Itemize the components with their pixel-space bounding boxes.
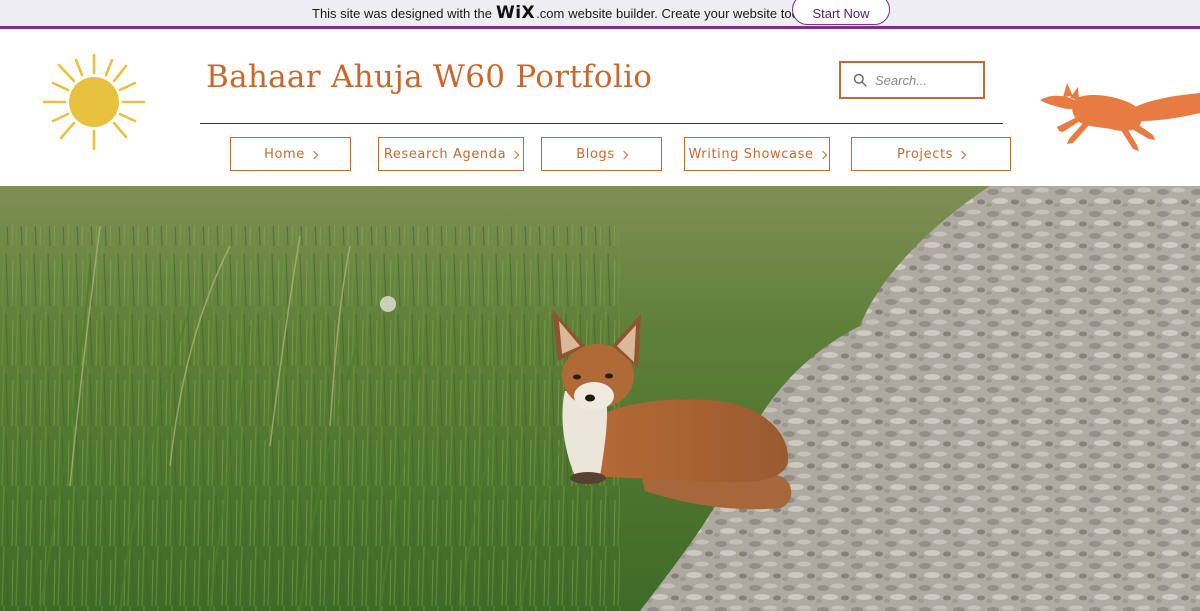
- nav-research-agenda[interactable]: Research Agenda: [378, 137, 524, 171]
- wix-banner-text: This site was designed with the WiX .com…: [312, 0, 815, 26]
- nav-writing-showcase[interactable]: Writing Showcase: [684, 137, 830, 171]
- nav-home[interactable]: Home: [230, 137, 351, 171]
- wix-domain: .com: [536, 5, 565, 21]
- nav-research-agenda-label: Research Agenda: [383, 146, 507, 162]
- wix-promo-banner: This site was designed with the WiX .com…: [0, 0, 1200, 29]
- header-divider: [200, 123, 1003, 124]
- wix-banner-text-before: This site was designed with the: [312, 5, 492, 21]
- sun-icon: [42, 53, 146, 151]
- site-header: Bahaar Ahuja W60 Portfolio Hom: [0, 32, 1200, 186]
- nav-projects[interactable]: Projects: [851, 137, 1011, 171]
- chevron-right-icon: [309, 150, 319, 159]
- fox-icon: [1040, 83, 1200, 151]
- search-box[interactable]: [839, 61, 985, 99]
- site-title[interactable]: Bahaar Ahuja W60 Portfolio: [206, 59, 652, 95]
- nav-projects-label: Projects: [896, 146, 954, 162]
- chevron-right-icon: [510, 150, 520, 159]
- search-input[interactable]: [875, 72, 975, 88]
- chevron-right-icon: [818, 150, 827, 159]
- chevron-right-icon: [619, 150, 628, 159]
- start-now-button[interactable]: Start Now: [792, 0, 890, 25]
- hero-image: [0, 186, 1200, 611]
- fox-photo: [0, 186, 1200, 611]
- wix-logo: WiX: [495, 3, 536, 23]
- wix-banner-text-after: website builder. Create your website tod…: [568, 5, 816, 21]
- nav-home-label: Home: [264, 146, 305, 162]
- nav-blogs-label: Blogs: [576, 146, 615, 162]
- chevron-right-icon: [957, 150, 967, 159]
- search-icon: [853, 73, 867, 87]
- nav-blogs[interactable]: Blogs: [541, 137, 662, 171]
- nav-writing-showcase-label: Writing Showcase: [688, 146, 814, 162]
